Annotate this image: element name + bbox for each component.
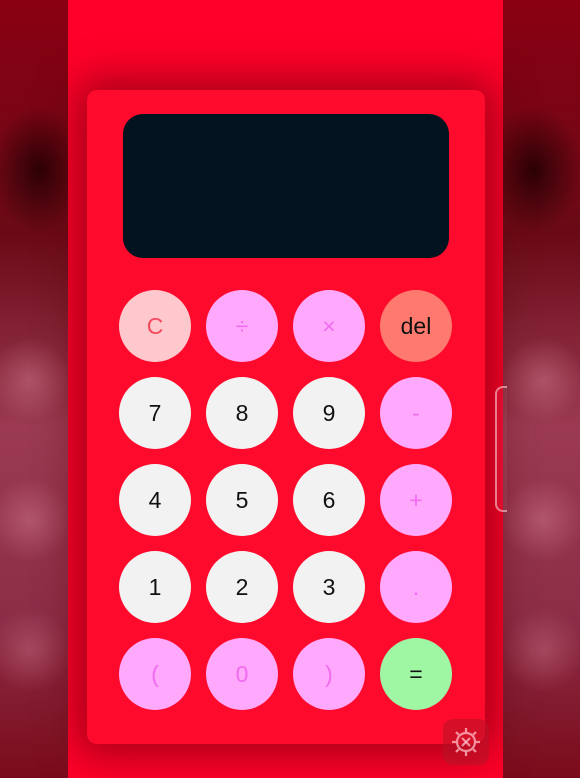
digit-6-button[interactable]: 6 xyxy=(293,464,365,536)
equals-button[interactable]: = xyxy=(380,638,452,710)
clear-button[interactable]: C xyxy=(119,290,191,362)
digit-0-button[interactable]: 0 xyxy=(206,638,278,710)
decimal-button[interactable]: . xyxy=(380,551,452,623)
keypad: C ÷ × del 7 8 9 - 4 5 6 + 1 2 3 . ( 0 ) … xyxy=(119,290,453,710)
background-right-blur xyxy=(503,0,580,778)
digit-7-button[interactable]: 7 xyxy=(119,377,191,449)
app-screen: C ÷ × del 7 8 9 - 4 5 6 + 1 2 3 . ( 0 ) … xyxy=(68,0,503,778)
digit-9-button[interactable]: 9 xyxy=(293,377,365,449)
minus-button[interactable]: - xyxy=(380,377,452,449)
open-paren-button[interactable]: ( xyxy=(119,638,191,710)
digit-4-button[interactable]: 4 xyxy=(119,464,191,536)
background-left-blur xyxy=(0,0,68,778)
multiply-button[interactable]: × xyxy=(293,290,365,362)
divide-button[interactable]: ÷ xyxy=(206,290,278,362)
digit-8-button[interactable]: 8 xyxy=(206,377,278,449)
edge-panel-handle[interactable] xyxy=(495,386,507,512)
digit-3-button[interactable]: 3 xyxy=(293,551,365,623)
digit-2-button[interactable]: 2 xyxy=(206,551,278,623)
plus-button[interactable]: + xyxy=(380,464,452,536)
settings-gear-icon xyxy=(452,728,480,756)
digit-5-button[interactable]: 5 xyxy=(206,464,278,536)
floating-settings-button[interactable] xyxy=(443,719,489,765)
digit-1-button[interactable]: 1 xyxy=(119,551,191,623)
delete-button[interactable]: del xyxy=(380,290,452,362)
calculator-card: C ÷ × del 7 8 9 - 4 5 6 + 1 2 3 . ( 0 ) … xyxy=(87,90,485,744)
calculator-display xyxy=(123,114,449,258)
close-paren-button[interactable]: ) xyxy=(293,638,365,710)
